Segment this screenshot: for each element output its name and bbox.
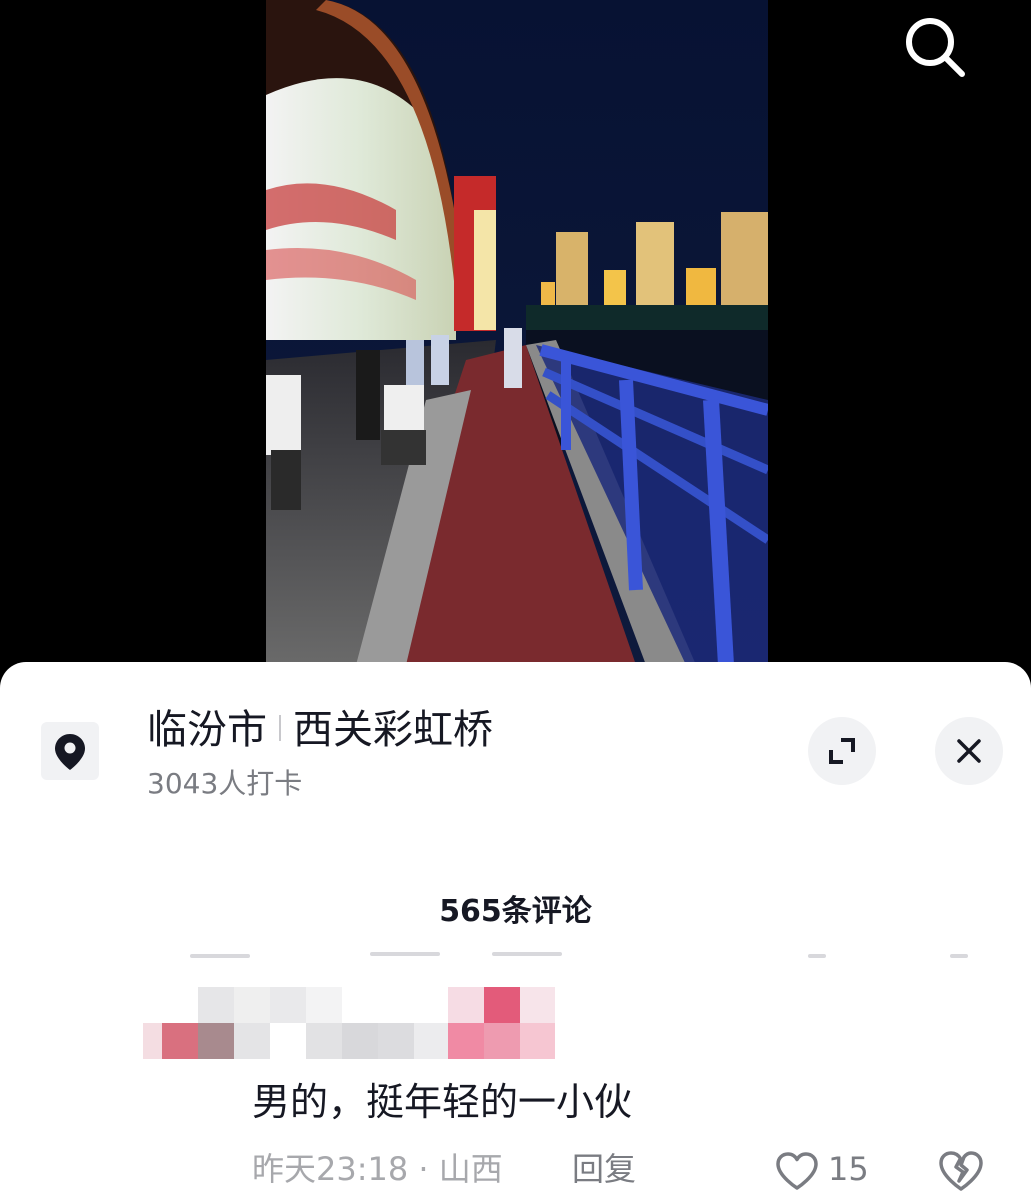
expand-icon: [829, 738, 855, 764]
like-button[interactable]: [774, 1150, 820, 1196]
meta-dot: ·: [418, 1150, 429, 1188]
poi-city[interactable]: 临汾市: [147, 707, 267, 753]
scrolled-row-remnant: [0, 948, 1031, 962]
poi-separator: [279, 715, 281, 741]
video-frame[interactable]: [266, 0, 768, 665]
comment-count-title: 565条评论: [439, 894, 592, 929]
search-icon: [906, 18, 965, 77]
search-button[interactable]: [900, 12, 970, 82]
comment-meta: 昨天23:18 · 山西: [252, 1146, 503, 1192]
comment-time: 昨天23:18: [252, 1150, 409, 1188]
close-button[interactable]: [935, 717, 1003, 785]
poi-checkins: 3043人打卡: [147, 767, 303, 800]
video-player[interactable]: [0, 0, 1031, 665]
comment-text: 男的，挺年轻的一小伙: [252, 1080, 633, 1124]
like-count: 15: [828, 1150, 869, 1188]
comment-sheet: 临汾市 西关彩虹桥 3043人打卡 565条评论 男的，挺年轻的一小伙 昨天23…: [0, 662, 1031, 1200]
heart-outline-icon: [776, 1152, 818, 1190]
dislike-button[interactable]: [936, 1148, 986, 1198]
poi-place[interactable]: 西关彩虹桥: [293, 707, 493, 753]
reply-button[interactable]: 回复: [572, 1146, 636, 1192]
location-pin-icon: [55, 734, 85, 770]
close-icon: [957, 739, 981, 763]
comment-location: 山西: [438, 1150, 503, 1188]
poi-title[interactable]: 临汾市 西关彩虹桥: [147, 702, 493, 758]
location-icon-box[interactable]: [41, 722, 99, 780]
broken-heart-icon: [939, 1151, 983, 1191]
bridge-night-scene-image: [266, 0, 768, 665]
blurred-username: [143, 987, 555, 1059]
expand-button[interactable]: [808, 717, 876, 785]
